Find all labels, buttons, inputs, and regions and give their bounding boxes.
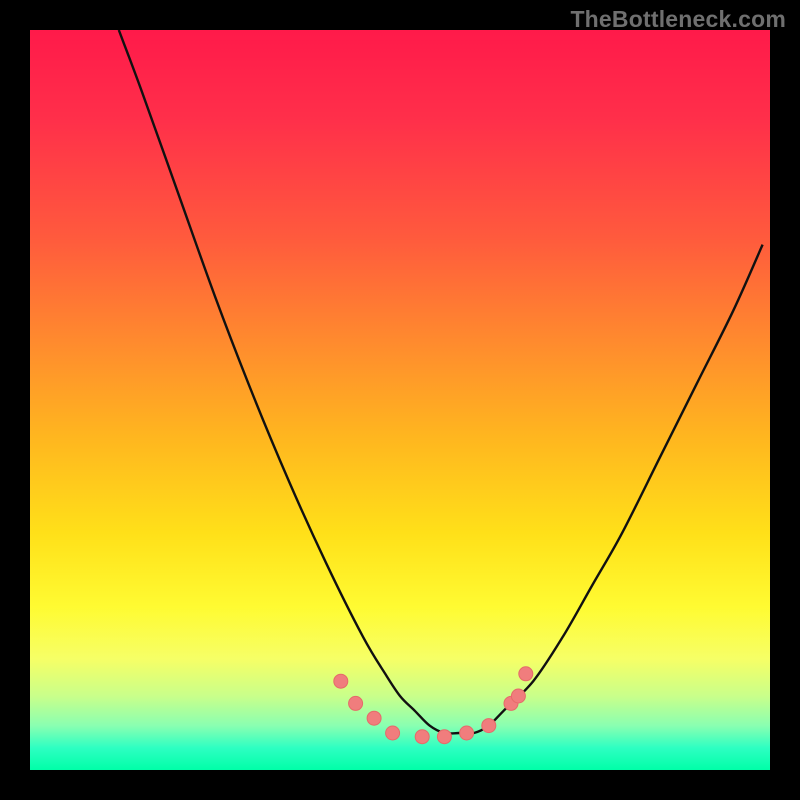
- curve-marker: [519, 667, 533, 681]
- curve-marker: [334, 674, 348, 688]
- watermark-label: TheBottleneck.com: [570, 6, 786, 33]
- curve-marker: [415, 730, 429, 744]
- curve-marker: [437, 730, 451, 744]
- curve-marker: [460, 726, 474, 740]
- plot-area: [30, 30, 770, 770]
- curve-svg: [30, 30, 770, 770]
- curve-markers: [334, 667, 533, 744]
- curve-marker: [482, 719, 496, 733]
- bottleneck-curve: [119, 30, 763, 734]
- curve-marker: [511, 689, 525, 703]
- curve-marker: [367, 711, 381, 725]
- curve-marker: [386, 726, 400, 740]
- chart-frame: TheBottleneck.com: [0, 0, 800, 800]
- curve-marker: [349, 696, 363, 710]
